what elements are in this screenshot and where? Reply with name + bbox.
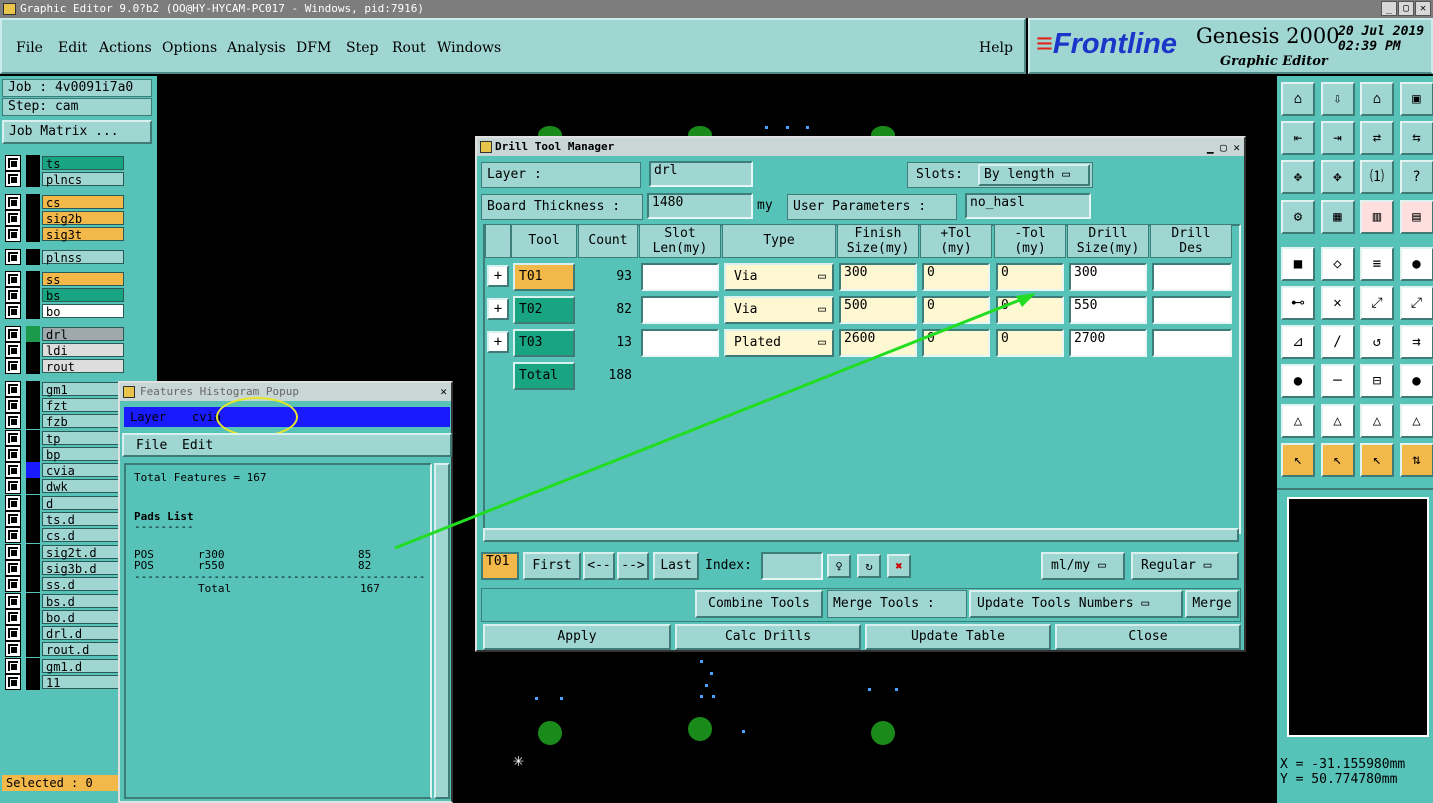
annotation-arrows — [394, 293, 1036, 550]
green-arrow-head — [1016, 293, 1036, 307]
green-arrow-line — [394, 294, 1031, 550]
